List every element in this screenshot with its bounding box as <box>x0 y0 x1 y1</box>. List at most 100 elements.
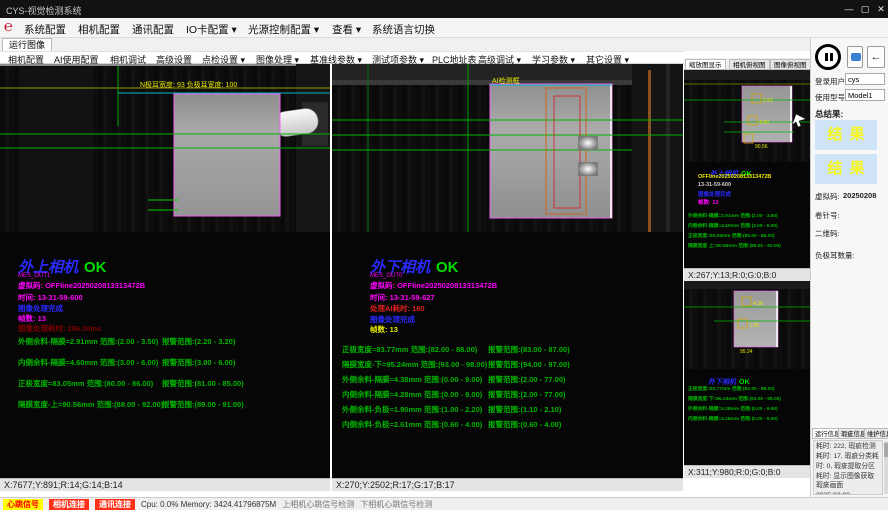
measure-label: 隔膜宽度-上=90.56mm 范围:(88.00 - 92.00) <box>18 399 163 410</box>
tab-zoom-display[interactable]: 缩放图显示 <box>685 59 726 70</box>
capture-button[interactable] <box>847 46 863 68</box>
barcode-line: OFFline2025020813313472B <box>698 174 771 180</box>
roi-value-label: 95.24 <box>740 349 753 355</box>
measure-label: 正极宽度=83.05mm 范围:(80.00 - 86.00) <box>688 232 775 239</box>
time-line: 时间: 13-31-59-600 <box>18 292 83 303</box>
overlay-width-label: N极耳宽度: 93 负极耳宽度: 100 <box>140 80 237 90</box>
heartbeat-badge: 心跳信号 <box>3 499 43 510</box>
tab-maint-info[interactable]: 维护信息 <box>864 428 888 439</box>
alarm-range-label: 报警范围:(2.00 - 77.00) <box>488 374 566 385</box>
toolbar: 相机配置 AI使用配置 相机调试 高级设置 点检设置 ▾ 图像处理 ▾ 基准线参… <box>0 51 684 64</box>
menu-bar: ℮ 系统配置 相机配置 通讯配置 IO卡配置 ▾ 光源控制配置 ▾ 查看 ▾ 系… <box>0 18 888 38</box>
log-scrollbar[interactable] <box>884 441 888 494</box>
maximize-button[interactable]: ▢ <box>858 2 872 16</box>
comm-link-badge: 通讯连接 <box>95 499 135 510</box>
measure-label: 外侧余料-隔膜=4.38mm 范围:(0.00 - 9.00) <box>342 374 482 385</box>
elapsed-line: 图像处理耗时: 256.00ms <box>18 323 101 334</box>
measure-label: 内侧余料-隔膜=4.60mm 范围:(3.00 - 6.00) <box>688 222 778 229</box>
measure-label: 内侧余料-隔膜=4.28mm 范围:(0.00 - 9.00) <box>688 415 778 422</box>
model-label: 使用型号: <box>815 92 847 103</box>
qr-label: 二维码: <box>815 228 840 239</box>
tab-camera-view[interactable]: 相机俯视图 <box>729 59 770 70</box>
camera-view-upper[interactable]: N极耳宽度: 93 负极耳宽度: 100 外上相机OK MES_OUT1 虚拟码… <box>0 64 330 478</box>
mes-label: MES_OUT1 <box>18 273 50 279</box>
time-line: 时间: 13-31-59-627 <box>370 292 435 303</box>
camera-icon <box>851 53 861 61</box>
roi-value-label: 2.91 <box>763 98 773 104</box>
alarm-range-label: 报警范围:(83.00 - 87.00) <box>488 344 570 355</box>
alarm-range-label: 报警范围:(3.00 - 6.00) <box>162 357 235 368</box>
ai-time-line: 处理AI耗时: 160 <box>370 303 425 314</box>
frames-line: 帧数: 13 <box>370 324 398 335</box>
alarm-range-label: 报警范围:(1.10 - 2.10) <box>488 404 561 415</box>
login-user-field[interactable]: cys <box>845 73 885 85</box>
back-arrow-icon: ← <box>871 51 882 63</box>
login-user-label: 登录用户: <box>815 76 847 87</box>
pixel-coords-upper: X:7677;Y:891;R:14;G:14;B:14 <box>0 478 330 491</box>
menu-camera-config[interactable]: 相机配置 <box>78 22 120 37</box>
alarm-range-label: 报警范围:(81.00 - 85.00) <box>162 378 244 389</box>
zoom-view-upper[interactable]: 2.91 4.60 90.56 外上相机OK OFFline2025020813… <box>684 70 810 268</box>
measure-label: 外侧余料-隔膜=2.91mm 范围:(2.00 - 3.50) <box>688 212 778 219</box>
pause-icon <box>825 53 828 61</box>
menu-language-switch[interactable]: 系统语言切换 <box>372 22 435 37</box>
pause-button[interactable] <box>815 44 841 70</box>
pixel-coords-lower: X:270;Y:2502;R:17;G:17;B:17 <box>332 478 683 491</box>
needle-label: 卷针号: <box>815 210 840 221</box>
menu-light-config[interactable]: 光源控制配置 ▾ <box>248 22 319 37</box>
log-scrollbar-thumb[interactable] <box>884 443 888 457</box>
tab-run-image[interactable]: 运行图像 <box>2 38 52 51</box>
menu-io-config[interactable]: IO卡配置 ▾ <box>186 22 237 37</box>
time-line: 13-31-59-600 <box>698 182 731 188</box>
menu-comm-config[interactable]: 通讯配置 <box>132 22 174 37</box>
total-result-label: 总结果: <box>815 108 843 120</box>
done-line: 图像处理完成 <box>698 190 731 198</box>
zoom-overlay-lower <box>684 281 810 369</box>
result-ok-label: OK <box>436 259 459 276</box>
zoom-tab-row: 缩放图显示 相机俯视图 图像俯视图 <box>684 58 810 70</box>
roi-value-label: 1.90 <box>749 323 759 329</box>
app-logo-icon: ℮ <box>4 19 13 36</box>
result-box-lower: 结果 <box>815 154 877 184</box>
alarm-range-label: 报警范围:(89.00 - 91.00) <box>162 399 244 410</box>
back-button[interactable]: ← <box>867 46 885 68</box>
barcode-value: 20250208 <box>843 191 876 200</box>
cpu-memory-text: Cpu: 0.0% Memory: 3424.41796875M <box>141 500 276 509</box>
measure-label: 隔膜宽度-下=95.24mm 范围:(93.00 - 98.00) <box>688 395 781 402</box>
frames-line: 帧数: 13 <box>698 198 718 206</box>
tab-count-label: 负极耳数量: <box>815 250 855 261</box>
roi-value-label: 90.56 <box>755 144 768 150</box>
measure-label: 外侧余料-隔膜=4.38mm 范围:(0.00 - 9.00) <box>688 405 778 412</box>
close-button[interactable]: ✕ <box>874 2 888 16</box>
mouse-cursor <box>792 114 806 127</box>
measure-label: 正极宽度=83.05mm 范围:(80.00 - 86.00) <box>18 378 153 389</box>
alarm-range-label: 报警范围:(2.20 - 3.20) <box>162 336 235 347</box>
zoom-view-lower[interactable]: 4.38 1.90 95.24 外下相机OK 正极宽度=83.77mm 范围:(… <box>684 281 810 465</box>
measure-label: 内侧余料-隔膜=4.28mm 范围:(0.00 - 9.00) <box>342 389 482 400</box>
barcode-line: 虚拟码: OFFline2025020813313472B <box>370 280 497 291</box>
mes-label: MES_OUT0 <box>370 273 402 279</box>
title-bar: CYS-视觉检测系统 — ▢ ✕ <box>0 0 888 18</box>
measure-label: 隔膜宽度-下=95.24mm 范围:(93.00 - 98.00) <box>342 359 487 370</box>
run-log-text: 耗时: 222, 瑕疵检测耗时: 17, 瑕疵分类耗时: 0, 瑕疵提取分区耗时… <box>813 440 883 495</box>
roi-value-label: 4.60 <box>759 120 769 126</box>
model-field[interactable]: Model1 <box>845 89 885 101</box>
pause-icon <box>830 53 833 61</box>
camera-overlay-lower <box>332 64 683 232</box>
lower-heartbeat-text: 下相机心跳信号检测 <box>360 499 432 510</box>
pixel-coords-zoom-lower: X:311;Y:980;R:0;G:0;B:0 <box>684 465 810 478</box>
barcode-line: 虚拟码: OFFline2025020813313472B <box>18 280 145 291</box>
ai-box-label: AI检测框 <box>492 76 520 86</box>
measure-label: 内侧余料-负极=2.61mm 范围:(0.60 - 4.00) <box>342 419 482 430</box>
camera-link-badge: 相机连接 <box>49 499 89 510</box>
menu-system-config[interactable]: 系统配置 <box>24 22 66 37</box>
measure-label: 外侧余料-负极=1.90mm 范围:(1.00 - 2.20) <box>342 404 482 415</box>
result-ok-label: OK <box>84 259 107 276</box>
measure-label: 外侧余料-隔膜=2.91mm 范围:(2.00 - 3.50) <box>18 336 158 347</box>
window-title: CYS-视觉检测系统 <box>6 4 82 17</box>
roi-value-label: 4.38 <box>753 301 763 307</box>
camera-view-lower[interactable]: AI检测框 外下相机OK MES_OUT0 虚拟码: OFFline202502… <box>332 64 683 478</box>
minimize-button[interactable]: — <box>842 2 856 16</box>
menu-view[interactable]: 查看 ▾ <box>332 22 361 37</box>
tab-image-view[interactable]: 图像俯视图 <box>770 59 811 70</box>
